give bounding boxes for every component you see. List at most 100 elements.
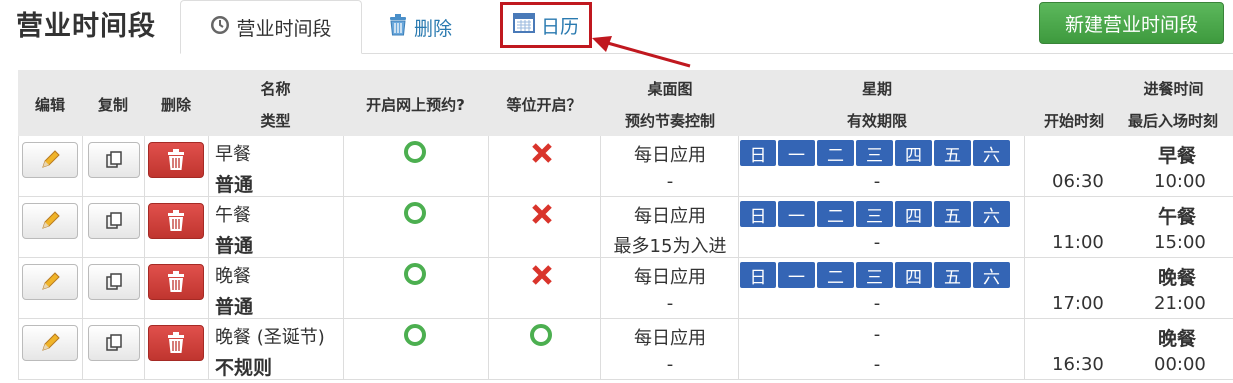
delete-button[interactable] xyxy=(148,325,204,361)
header-start-time: 开始时刻 xyxy=(1043,112,1104,130)
day-thu: 四 xyxy=(895,201,932,227)
table-header: 编辑 复制 删除 名称 类型 开启网上预约? 等位开启？ 桌面图 预约节奏控制 … xyxy=(18,70,1233,136)
day-sat: 六 xyxy=(973,201,1010,227)
check-circle-icon xyxy=(404,202,426,224)
delete-button[interactable] xyxy=(148,203,204,239)
header-validity: 有效期限 xyxy=(846,112,907,130)
header-week: 星期 xyxy=(861,80,892,98)
trash-icon xyxy=(388,13,408,41)
header-name: 名称 xyxy=(260,80,291,98)
table-map-value: 每日应用 xyxy=(634,145,706,166)
copy-button[interactable] xyxy=(88,264,140,300)
copy-button[interactable] xyxy=(88,142,140,178)
day-wed: 三 xyxy=(856,201,893,227)
trash-icon xyxy=(168,210,184,231)
table-row: 晚餐 (圣诞节) 不规则 每日应用 - - - 晚餐 16:30 00:00 xyxy=(18,319,1233,380)
pacing-value: - xyxy=(666,354,674,375)
table-row: 晚餐 普通 每日应用 - 日 一 二 三 四 五 六 - 晚餐 17:00 21… xyxy=(18,258,1233,319)
pencil-icon xyxy=(42,211,60,229)
copy-icon xyxy=(106,212,122,229)
meal-name: 早餐 xyxy=(1158,145,1197,167)
start-time: 11:00 xyxy=(1052,232,1104,253)
day-fri: 五 xyxy=(934,262,971,288)
header-last-entry: 最后入场时刻 xyxy=(1128,112,1219,130)
cross-icon xyxy=(532,265,552,285)
header-copy: 复制 xyxy=(97,96,128,114)
tab-delete[interactable]: 删除 xyxy=(388,0,452,54)
weekday-list: 日 一 二 三 四 五 六 xyxy=(740,201,1010,227)
pacing-value: - xyxy=(666,293,674,314)
meal-name: 晚餐 xyxy=(1158,328,1197,350)
validity-value: - xyxy=(873,354,881,375)
week-value: - xyxy=(873,324,881,345)
day-thu: 四 xyxy=(895,262,932,288)
edit-button[interactable] xyxy=(22,203,78,239)
header-type: 类型 xyxy=(260,112,291,130)
tab-calendar[interactable]: 日历 xyxy=(500,2,592,48)
day-sun: 日 xyxy=(740,201,776,227)
day-wed: 三 xyxy=(856,262,893,288)
pacing-value: 最多15为入进 xyxy=(613,236,727,257)
calendar-icon xyxy=(512,12,535,38)
table-map-value: 每日应用 xyxy=(634,267,706,288)
trash-icon xyxy=(168,271,184,292)
last-entry-time: 15:00 xyxy=(1154,232,1206,253)
last-entry-time: 21:00 xyxy=(1154,293,1206,314)
day-sun: 日 xyxy=(740,140,776,166)
day-fri: 五 xyxy=(934,201,971,227)
pencil-icon xyxy=(42,272,60,290)
header-edit: 编辑 xyxy=(34,96,65,114)
delete-button[interactable] xyxy=(148,142,204,178)
weekday-list: 日 一 二 三 四 五 六 xyxy=(740,262,1010,288)
check-circle-icon xyxy=(404,324,426,346)
day-mon: 一 xyxy=(778,262,815,288)
new-business-hours-button[interactable]: 新建营业时间段 xyxy=(1039,2,1224,44)
row-type: 普通 xyxy=(215,296,254,318)
day-tue: 二 xyxy=(817,201,854,227)
tab-delete-label: 删除 xyxy=(414,17,453,40)
cross-icon xyxy=(532,143,552,163)
pencil-icon xyxy=(42,333,60,351)
row-name: 晚餐 xyxy=(215,266,251,287)
table-map-value: 每日应用 xyxy=(634,206,706,227)
day-mon: 一 xyxy=(778,201,815,227)
table-row: 午餐 普通 每日应用 最多15为入进 日 一 二 三 四 五 六 - 午餐 11… xyxy=(18,197,1233,258)
start-time: 06:30 xyxy=(1052,171,1104,192)
copy-icon xyxy=(106,334,122,351)
trash-icon xyxy=(168,332,184,353)
tab-business-hours[interactable]: 营业时间段 xyxy=(180,0,362,54)
header-waitlist: 等位开启？ xyxy=(506,96,582,114)
start-time: 17:00 xyxy=(1052,293,1104,314)
header-table-map: 桌面图 xyxy=(647,80,693,98)
table-map-value: 每日应用 xyxy=(634,328,706,349)
header-pacing: 预约节奏控制 xyxy=(624,112,715,130)
day-sun: 日 xyxy=(740,262,776,288)
pacing-value: - xyxy=(666,171,674,192)
day-fri: 五 xyxy=(934,140,971,166)
row-type: 普通 xyxy=(215,235,254,257)
last-entry-time: 00:00 xyxy=(1154,354,1206,375)
copy-button[interactable] xyxy=(88,203,140,239)
edit-button[interactable] xyxy=(22,142,78,178)
copy-icon xyxy=(106,273,122,290)
table-row: 早餐 普通 每日应用 - 日 一 二 三 四 五 六 - 早餐 06:30 10… xyxy=(18,136,1233,197)
check-circle-icon xyxy=(530,324,552,346)
copy-button[interactable] xyxy=(88,325,140,361)
edit-button[interactable] xyxy=(22,264,78,300)
copy-icon xyxy=(106,151,122,168)
row-name: 午餐 xyxy=(215,205,251,226)
page-title: 营业时间段 xyxy=(16,11,156,42)
row-name: 晚餐 (圣诞节) xyxy=(215,327,325,348)
day-wed: 三 xyxy=(856,140,893,166)
delete-button[interactable] xyxy=(148,264,204,300)
clock-icon xyxy=(210,15,230,40)
row-type: 普通 xyxy=(215,174,254,196)
edit-button[interactable] xyxy=(22,325,78,361)
header-meal-time: 进餐时间 xyxy=(1143,80,1204,98)
day-tue: 二 xyxy=(817,140,854,166)
day-mon: 一 xyxy=(778,140,815,166)
last-entry-time: 10:00 xyxy=(1154,171,1206,192)
validity-value: - xyxy=(873,232,881,253)
validity-value: - xyxy=(873,293,881,314)
row-name: 早餐 xyxy=(215,144,251,165)
